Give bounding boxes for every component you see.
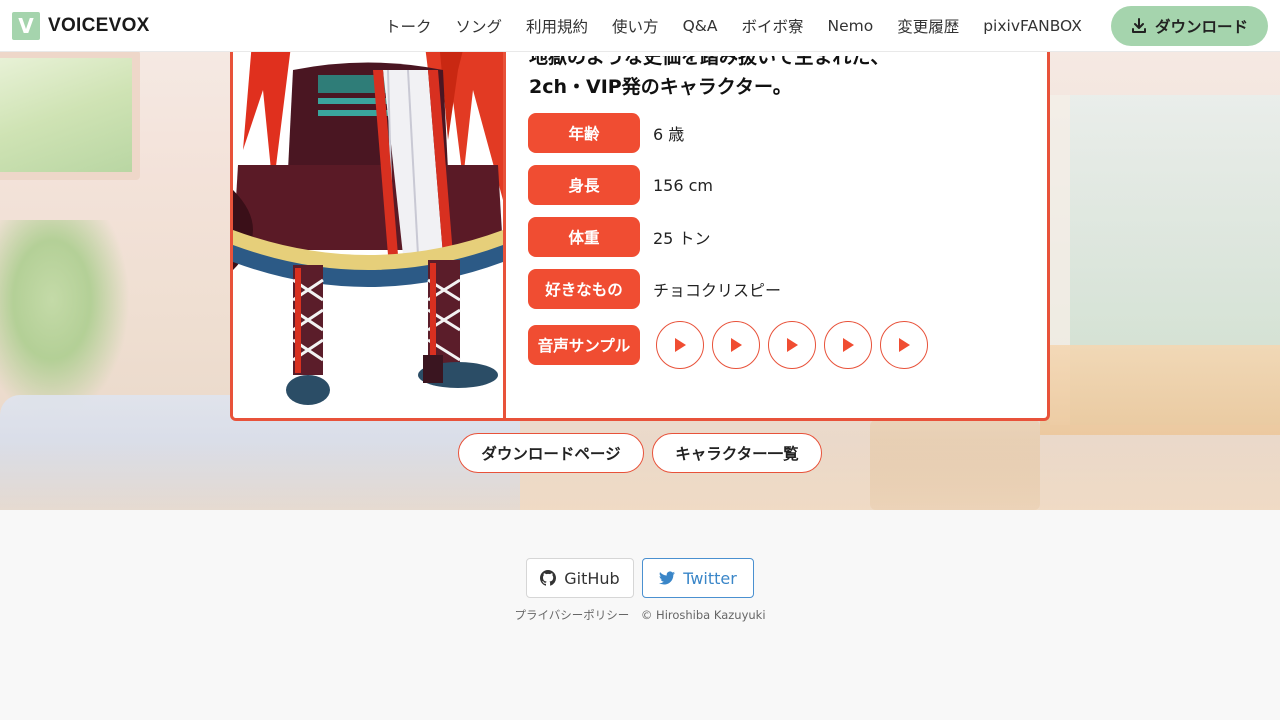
description-line-2: 2ch・VIP発のキャラクター。 [529,76,792,98]
wall-picture-frame [0,50,140,180]
profile-row-age: 年齢 6 歳 [528,113,684,153]
height-value: 156 cm [653,175,714,195]
github-icon [540,570,557,586]
nav-terms[interactable]: 利用規約 [514,15,600,37]
profile-row-favorite: 好きなもの チョコクリスピー [528,269,781,309]
profile-row-voice-samples: 音声サンプル [528,321,936,369]
table-decoration [1040,345,1280,435]
github-label: GitHub [564,568,620,588]
play-icon [675,338,686,352]
privacy-policy-link[interactable]: プライバシーポリシー [514,608,629,622]
voice-sample-label: 音声サンプル [528,325,640,365]
age-label: 年齢 [528,113,640,153]
voice-sample-play-button-4[interactable] [824,321,872,369]
height-label: 身長 [528,165,640,205]
footer-text: プライバシーポリシー © Hiroshiba Kazuyuki [0,607,1280,623]
voice-sample-play-button-2[interactable] [712,321,760,369]
age-value: 6 歳 [653,125,685,144]
play-icon [731,338,742,352]
nav-changelog[interactable]: 変更履歴 [885,15,971,37]
site-logo[interactable]: V VOICEVOX [12,11,150,40]
logo-mark-icon: V [12,11,40,40]
voice-sample-play-button-3[interactable] [768,321,816,369]
play-icon [843,338,854,352]
play-icon [787,338,798,352]
twitter-label: Twitter [683,568,737,588]
main-nav: トーク ソング 利用規約 使い方 Q&A ボイボ寮 Nemo 変更履歴 pixi… [373,0,1094,52]
nav-dorm[interactable]: ボイボ寮 [729,15,815,37]
nav-talk[interactable]: トーク [373,15,444,37]
favorite-value: チョコクリスピー [653,281,782,300]
card-divider [503,30,506,418]
nav-song[interactable]: ソング [444,15,515,37]
voice-sample-buttons [656,321,936,369]
profile-row-weight: 体重 25 トン [528,217,710,257]
favorite-label: 好きなもの [528,269,640,309]
github-button[interactable]: GitHub [526,558,634,598]
twitter-icon [659,571,676,585]
nav-howto[interactable]: 使い方 [600,15,671,37]
download-icon [1131,18,1146,33]
nav-fanbox[interactable]: pixivFANBOX [971,17,1094,35]
play-icon [899,338,910,352]
voice-sample-play-button-1[interactable] [656,321,704,369]
weight-value: 25 トン [653,229,711,248]
profile-row-height: 身長 156 cm [528,165,713,205]
character-list-button[interactable]: キャラクター一覧 [652,433,822,473]
twitter-button[interactable]: Twitter [642,558,754,598]
weight-label: 体重 [528,217,640,257]
plant-decoration [0,220,130,420]
nav-nemo[interactable]: Nemo [815,17,885,35]
logo-text: VOICEVOX [48,14,150,36]
copyright-text: © Hiroshiba Kazuyuki [640,608,766,622]
character-portrait [233,30,503,418]
nav-qa[interactable]: Q&A [671,17,730,35]
download-page-button[interactable]: ダウンロードページ [458,433,644,473]
site-header: V VOICEVOX トーク ソング 利用規約 使い方 Q&A ボイボ寮 Nem… [0,0,1280,52]
download-label: ダウンロード [1154,18,1248,36]
voice-sample-play-button-5[interactable] [880,321,928,369]
header-download-button[interactable]: ダウンロード [1111,6,1268,46]
